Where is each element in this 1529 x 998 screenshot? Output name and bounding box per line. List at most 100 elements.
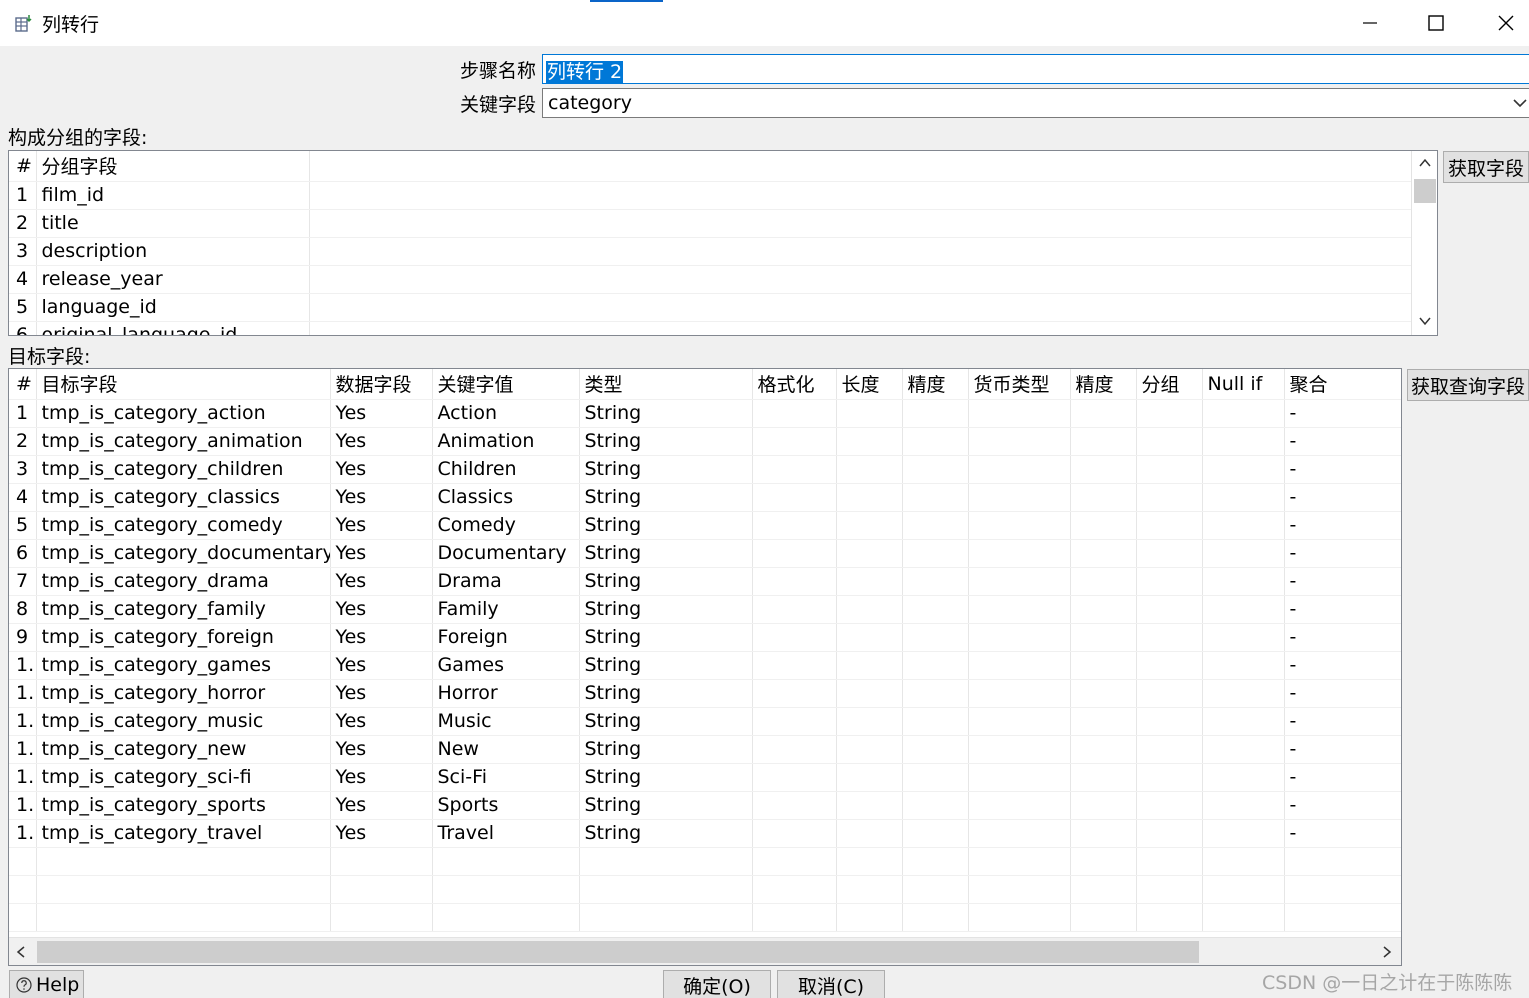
column-header[interactable]: 精度 [902, 369, 969, 400]
table-row[interactable]: 5 language_id [9, 293, 1412, 322]
scroll-thumb[interactable] [37, 941, 1199, 963]
key-value-cell[interactable]: Drama [432, 567, 580, 596]
format-cell[interactable] [752, 679, 837, 708]
length-cell[interactable] [836, 875, 903, 904]
length-cell[interactable] [836, 399, 903, 428]
target-field-cell[interactable]: tmp_is_category_classics [36, 483, 331, 512]
maximize-button[interactable] [1401, 0, 1471, 46]
currency-cell[interactable] [968, 651, 1071, 680]
format-cell[interactable] [752, 595, 837, 624]
column-header[interactable]: Null if [1202, 369, 1285, 400]
format-cell[interactable] [752, 483, 837, 512]
group-cell[interactable] [1136, 679, 1203, 708]
precision-cell[interactable] [902, 903, 969, 932]
value-field-cell[interactable] [330, 903, 433, 932]
target-field-cell[interactable]: tmp_is_category_sci-fi [36, 763, 331, 792]
currency-cell[interactable] [968, 595, 1071, 624]
column-header[interactable]: 数据字段 [330, 369, 433, 400]
column-header[interactable]: 长度 [836, 369, 903, 400]
precision-cell[interactable] [902, 511, 969, 540]
precision-cell[interactable] [902, 735, 969, 764]
value-field-cell[interactable]: Yes [330, 735, 433, 764]
decimal-cell[interactable] [1070, 651, 1137, 680]
target-field-cell[interactable]: tmp_is_category_family [36, 595, 331, 624]
precision-cell[interactable] [902, 679, 969, 708]
table-row[interactable]: 1. tmp_is_category_horror Yes Horror String - [9, 679, 1401, 708]
length-cell[interactable] [836, 567, 903, 596]
precision-cell[interactable] [902, 399, 969, 428]
type-cell[interactable]: String [579, 623, 753, 652]
type-cell[interactable]: String [579, 819, 753, 848]
null-if-cell[interactable] [1202, 511, 1285, 540]
aggregation-cell[interactable]: - [1284, 539, 1401, 568]
table-row[interactable]: 5 tmp_is_category_comedy Yes Comedy String - [9, 511, 1401, 540]
group-field-cell[interactable]: film_id [36, 181, 310, 210]
precision-cell[interactable] [902, 819, 969, 848]
key-value-cell[interactable]: Music [432, 707, 580, 736]
column-header[interactable]: # [9, 151, 37, 182]
target-field-cell[interactable]: tmp_is_category_animation [36, 427, 331, 456]
aggregation-cell[interactable]: - [1284, 707, 1401, 736]
type-cell[interactable] [579, 875, 753, 904]
column-header[interactable]: 关键字值 [432, 369, 580, 400]
target-field-cell[interactable]: tmp_is_category_travel [36, 819, 331, 848]
format-cell[interactable] [752, 875, 837, 904]
aggregation-cell[interactable]: - [1284, 819, 1401, 848]
length-cell[interactable] [836, 511, 903, 540]
key-value-cell[interactable] [432, 903, 580, 932]
format-cell[interactable] [752, 707, 837, 736]
group-cell[interactable] [1136, 651, 1203, 680]
null-if-cell[interactable] [1202, 567, 1285, 596]
decimal-cell[interactable] [1070, 539, 1137, 568]
aggregation-cell[interactable]: - [1284, 483, 1401, 512]
aggregation-cell[interactable]: - [1284, 399, 1401, 428]
table-row[interactable]: 1. tmp_is_category_sci-fi Yes Sci-Fi String - [9, 763, 1401, 792]
null-if-cell[interactable] [1202, 455, 1285, 484]
table-row[interactable]: 6 tmp_is_category_documentary Yes Documenta… [9, 539, 1401, 568]
type-cell[interactable]: String [579, 455, 753, 484]
key-value-cell[interactable]: Sports [432, 791, 580, 820]
decimal-cell[interactable] [1070, 679, 1137, 708]
group-cell[interactable] [1136, 455, 1203, 484]
format-cell[interactable] [752, 567, 837, 596]
target-field-cell[interactable]: tmp_is_category_documentary [36, 539, 331, 568]
decimal-cell[interactable] [1070, 791, 1137, 820]
group-cell[interactable] [1136, 511, 1203, 540]
aggregation-cell[interactable]: - [1284, 595, 1401, 624]
aggregation-cell[interactable] [1284, 875, 1401, 904]
table-row[interactable]: 1. tmp_is_category_games Yes Games String - [9, 651, 1401, 680]
group-cell[interactable] [1136, 567, 1203, 596]
table-row[interactable]: 2 title [9, 209, 1412, 238]
scroll-left-icon[interactable] [15, 945, 27, 959]
value-field-cell[interactable]: Yes [330, 511, 433, 540]
currency-cell[interactable] [968, 455, 1071, 484]
currency-cell[interactable] [968, 875, 1071, 904]
currency-cell[interactable] [968, 707, 1071, 736]
null-if-cell[interactable] [1202, 791, 1285, 820]
currency-cell[interactable] [968, 483, 1071, 512]
key-value-cell[interactable] [432, 847, 580, 876]
currency-cell[interactable] [968, 567, 1071, 596]
decimal-cell[interactable] [1070, 427, 1137, 456]
value-field-cell[interactable]: Yes [330, 427, 433, 456]
target-field-cell[interactable]: tmp_is_category_drama [36, 567, 331, 596]
table-row[interactable]: 4 tmp_is_category_classics Yes Classics Stri… [9, 483, 1401, 512]
column-header[interactable]: 格式化 [752, 369, 837, 400]
value-field-cell[interactable]: Yes [330, 791, 433, 820]
precision-cell[interactable] [902, 483, 969, 512]
key-value-cell[interactable]: Animation [432, 427, 580, 456]
format-cell[interactable] [752, 539, 837, 568]
target-field-cell[interactable] [36, 847, 331, 876]
aggregation-cell[interactable]: - [1284, 651, 1401, 680]
column-header[interactable]: 分组字段 [36, 151, 310, 182]
aggregation-cell[interactable]: - [1284, 763, 1401, 792]
close-button[interactable] [1471, 0, 1529, 46]
table-row[interactable]: 7 tmp_is_category_drama Yes Drama String - [9, 567, 1401, 596]
precision-cell[interactable] [902, 847, 969, 876]
value-field-cell[interactable]: Yes [330, 539, 433, 568]
type-cell[interactable]: String [579, 679, 753, 708]
type-cell[interactable]: String [579, 763, 753, 792]
type-cell[interactable] [579, 847, 753, 876]
group-field-cell[interactable]: release_year [36, 265, 310, 294]
aggregation-cell[interactable]: - [1284, 679, 1401, 708]
